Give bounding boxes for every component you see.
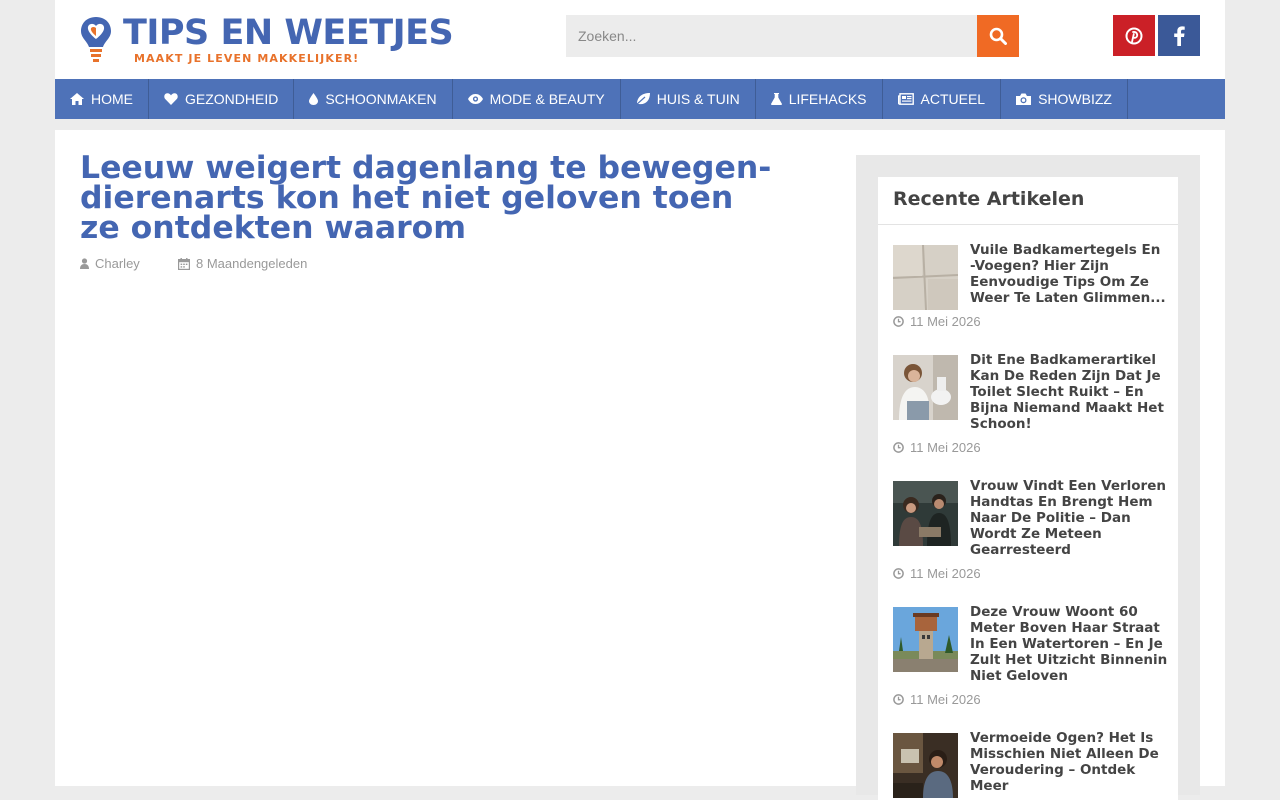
camera-icon	[1016, 93, 1032, 105]
heart-icon	[164, 93, 178, 105]
author-name: Charley	[95, 256, 140, 271]
nav-label: ACTUEEL	[920, 91, 986, 107]
post-thumbnail[interactable]	[893, 733, 958, 798]
search-input[interactable]	[566, 15, 977, 57]
nav-item-home[interactable]: HOME	[55, 79, 149, 119]
search-icon	[989, 27, 1007, 45]
post-title[interactable]: Vermoeide Ogen? Het Is Misschien Niet Al…	[970, 730, 1170, 794]
post-thumbnail[interactable]	[893, 355, 958, 420]
drop-icon	[309, 93, 319, 105]
nav-label: LIFEHACKS	[788, 91, 867, 107]
nav-item-schoonmaken[interactable]: SCHOONMAKEN	[294, 79, 453, 119]
post-date-text: 11 Mei 2026	[910, 692, 981, 707]
site-header: TIPS EN WEETJES MAAKT JE LEVEN MAKKELIJK…	[55, 0, 1225, 79]
leaf-icon	[635, 93, 650, 105]
clock-icon	[893, 442, 904, 453]
article-date: 8 Maandengeleden	[178, 256, 307, 271]
clock-icon	[893, 316, 904, 327]
post-title[interactable]: Dit Ene Badkamerartikel Kan De Reden Zij…	[970, 352, 1170, 432]
post-thumbnail[interactable]	[893, 481, 958, 546]
logo-tagline: MAAKT JE LEVEN MAKKELIJKER!	[134, 52, 360, 65]
post-date: 11 Mei 2026	[893, 692, 981, 707]
main-content: Leeuw weigert dagenlang te bewegen- dier…	[55, 130, 1225, 800]
nav-label: HOME	[91, 91, 133, 107]
lightbulb-heart-icon	[81, 17, 111, 62]
pinterest-button[interactable]	[1113, 15, 1155, 56]
facebook-icon	[1174, 25, 1185, 46]
post-date: 11 Mei 2026	[893, 314, 981, 329]
article-author[interactable]: Charley	[80, 256, 140, 271]
clock-icon	[893, 694, 904, 705]
post-date: 11 Mei 2026	[893, 566, 981, 581]
widget-title: Recente Artikelen	[878, 177, 1178, 225]
nav-label: SHOWBIZZ	[1038, 91, 1112, 107]
facebook-button[interactable]	[1158, 15, 1200, 56]
nav-item-huis-tuin[interactable]: HUIS & TUIN	[621, 79, 756, 119]
post-date-text: 11 Mei 2026	[910, 440, 981, 455]
post-date: 11 Mei 2026	[893, 440, 981, 455]
site-logo[interactable]: TIPS EN WEETJES MAAKT JE LEVEN MAKKELIJK…	[79, 13, 479, 66]
calendar-icon	[178, 257, 190, 270]
post-title[interactable]: Deze Vrouw Woont 60 Meter Boven Haar Str…	[970, 604, 1170, 684]
main-navigation: HOME GEZONDHEID SCHOONMAKEN MODE & BEAUT…	[55, 79, 1225, 119]
user-icon	[80, 258, 89, 269]
pinterest-icon	[1125, 27, 1143, 44]
post-title[interactable]: Vrouw Vindt Een Verloren Handtas En Bren…	[970, 478, 1170, 558]
sidebar: Recente Artikelen Vuile Badkamertegels E…	[856, 155, 1200, 800]
post-thumbnail[interactable]	[893, 607, 958, 672]
nav-label: GEZONDHEID	[185, 91, 279, 107]
nav-item-mode-beauty[interactable]: MODE & BEAUTY	[453, 79, 621, 119]
post-date-text: 11 Mei 2026	[910, 566, 981, 581]
nav-label: SCHOONMAKEN	[325, 91, 437, 107]
nav-item-actueel[interactable]: ACTUEEL	[883, 79, 1002, 119]
search-button[interactable]	[977, 15, 1019, 57]
nav-item-lifehacks[interactable]: LIFEHACKS	[756, 79, 883, 119]
eye-icon	[467, 94, 483, 104]
post-date-text: 11 Mei 2026	[910, 314, 981, 329]
clock-icon	[893, 568, 904, 579]
post-title[interactable]: Vuile Badkamertegels En -Voegen? Hier Zi…	[970, 242, 1170, 306]
nav-label: MODE & BEAUTY	[489, 91, 605, 107]
date-text: 8 Maandengeleden	[196, 256, 308, 271]
nav-item-showbizz[interactable]: SHOWBIZZ	[1001, 79, 1128, 119]
article-title: Leeuw weigert dagenlang te bewegen- dier…	[80, 150, 772, 246]
home-icon	[70, 93, 84, 105]
logo-title: TIPS EN WEETJES	[123, 13, 454, 53]
flask-icon	[770, 93, 782, 105]
recent-articles-widget: Recente Artikelen Vuile Badkamertegels E…	[878, 177, 1178, 800]
newspaper-icon	[897, 93, 914, 105]
nav-item-gezondheid[interactable]: GEZONDHEID	[149, 79, 295, 119]
post-thumbnail[interactable]	[893, 245, 958, 310]
nav-label: HUIS & TUIN	[656, 91, 740, 107]
